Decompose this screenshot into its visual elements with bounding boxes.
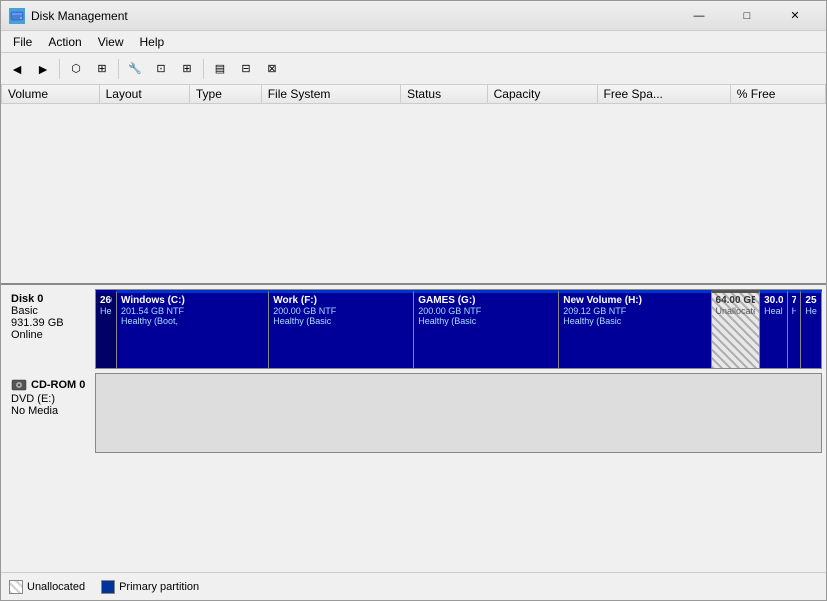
tool-btn-4[interactable]: ⊡ <box>149 57 173 81</box>
toolbar-sep-3 <box>203 59 204 79</box>
disk0-status: Online <box>11 329 89 341</box>
cdrom0-media: No Media <box>11 405 89 417</box>
window-controls: — □ ✕ <box>676 1 818 31</box>
cdrom0-title: CD-ROM 0 <box>31 379 85 391</box>
col-volume[interactable]: Volume <box>2 85 100 104</box>
table-header-row: Volume Layout Type File System Status Ca… <box>2 85 826 104</box>
legend-unallocated: Unallocated <box>9 580 85 594</box>
toolbar-sep-1 <box>59 59 60 79</box>
legend-primary-label: Primary partition <box>119 581 199 593</box>
disk0-partition-3[interactable]: GAMES (G:)200.00 GB NTFHealthy (Basic <box>414 290 559 368</box>
cdrom-icon <box>11 377 27 393</box>
col-type[interactable]: Type <box>189 85 261 104</box>
col-layout[interactable]: Layout <box>99 85 189 104</box>
tool-btn-6[interactable]: ▤ <box>208 57 232 81</box>
disk0-partition-4[interactable]: New Volume (H:)209.12 GB NTFHealthy (Bas… <box>559 290 711 368</box>
disk0-partition-2[interactable]: Work (F:)200.00 GB NTFHealthy (Basic <box>269 290 414 368</box>
disk0-partition-7[interactable]: 731 MHealt <box>788 290 802 368</box>
disk0-partition-6[interactable]: 30.00 GB NTHealthy (Ba <box>760 290 788 368</box>
disk0-partition-8[interactable]: 25.76 GBHealthy (Rec <box>801 290 822 368</box>
col-free[interactable]: Free Spa... <box>597 85 730 104</box>
maximize-button[interactable]: □ <box>724 1 770 31</box>
legend-primary-box <box>101 580 115 594</box>
tool-btn-2[interactable]: ⊞ <box>90 57 114 81</box>
toolbar: ◄ ► ⬡ ⊞ 🔧 ⊡ ⊞ ▤ ⊟ ⊠ <box>1 53 826 85</box>
disk0-size: 931.39 GB <box>11 317 89 329</box>
disk0-title: Disk 0 <box>11 293 89 305</box>
disk0-partitions: 260 MHealWindows (C:)201.54 GB NTFHealth… <box>95 289 822 369</box>
col-pct[interactable]: % Free <box>730 85 825 104</box>
disk-view-wrapper: Disk 0 Basic 931.39 GB Online 260 MHealW… <box>1 285 826 572</box>
disk0-row: Disk 0 Basic 931.39 GB Online 260 MHealW… <box>5 289 822 369</box>
menu-action[interactable]: Action <box>40 33 89 51</box>
volume-table-area: Volume Layout Type File System Status Ca… <box>1 85 826 285</box>
cdrom0-type: DVD (E:) <box>11 393 89 405</box>
disk0-partition-5[interactable]: 64.00 GBUnallocated <box>712 290 761 368</box>
minimize-button[interactable]: — <box>676 1 722 31</box>
tool-btn-3[interactable]: 🔧 <box>123 57 147 81</box>
menu-view[interactable]: View <box>90 33 132 51</box>
back-button[interactable]: ◄ <box>5 57 29 81</box>
close-button[interactable]: ✕ <box>772 1 818 31</box>
app-icon <box>9 8 25 24</box>
toolbar-sep-2 <box>118 59 119 79</box>
title-bar: Disk Management — □ ✕ <box>1 1 826 31</box>
col-capacity[interactable]: Capacity <box>487 85 597 104</box>
status-bar: Unallocated Primary partition <box>1 572 826 600</box>
cdrom0-label: CD-ROM 0 DVD (E:) No Media <box>5 373 95 453</box>
legend-unallocated-box <box>9 580 23 594</box>
menu-file[interactable]: File <box>5 33 40 51</box>
tool-btn-5[interactable]: ⊞ <box>175 57 199 81</box>
tool-btn-7[interactable]: ⊟ <box>234 57 258 81</box>
tool-btn-8[interactable]: ⊠ <box>260 57 284 81</box>
cdrom0-row: CD-ROM 0 DVD (E:) No Media <box>5 373 822 453</box>
disk0-label: Disk 0 Basic 931.39 GB Online <box>5 289 95 369</box>
disk0-partition-1[interactable]: Windows (C:)201.54 GB NTFHealthy (Boot, <box>117 290 269 368</box>
tool-btn-1[interactable]: ⬡ <box>64 57 88 81</box>
legend-primary: Primary partition <box>101 580 199 594</box>
legend-unallocated-label: Unallocated <box>27 581 85 593</box>
menu-help[interactable]: Help <box>132 33 173 51</box>
disk0-type: Basic <box>11 305 89 317</box>
disk0-partition-0[interactable]: 260 MHeal <box>96 290 117 368</box>
main-content: Volume Layout Type File System Status Ca… <box>1 85 826 600</box>
menu-bar: File Action View Help <box>1 31 826 53</box>
col-status[interactable]: Status <box>401 85 488 104</box>
col-filesystem[interactable]: File System <box>261 85 400 104</box>
disk-view: Disk 0 Basic 931.39 GB Online 260 MHealW… <box>1 285 826 572</box>
forward-button[interactable]: ► <box>31 57 55 81</box>
cdrom0-partitions <box>95 373 822 453</box>
window-title: Disk Management <box>31 9 676 23</box>
main-window: Disk Management — □ ✕ File Action View H… <box>0 0 827 601</box>
volume-table: Volume Layout Type File System Status Ca… <box>1 85 826 104</box>
